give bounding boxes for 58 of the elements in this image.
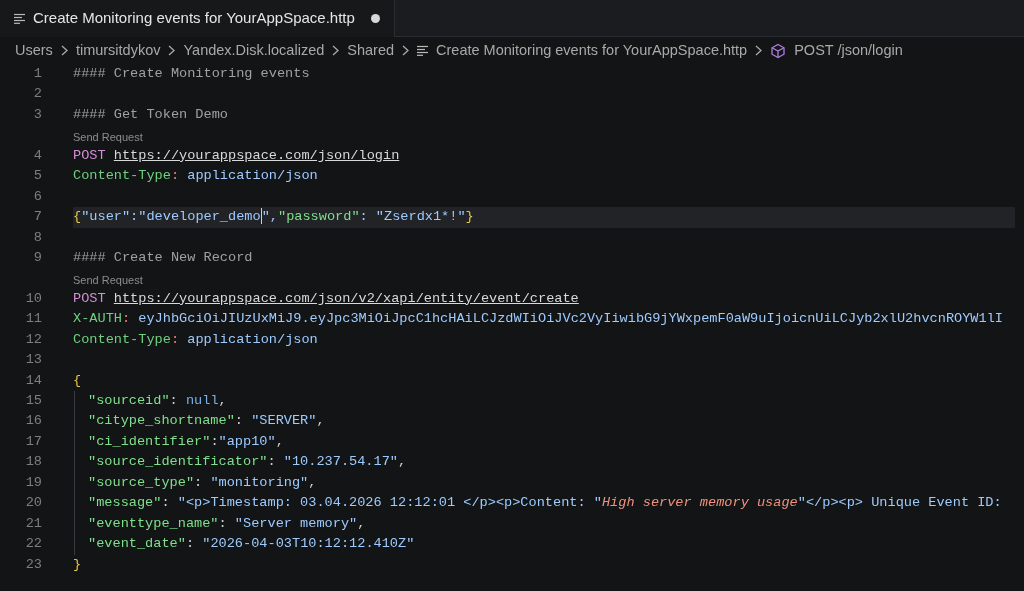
cube-icon — [770, 42, 787, 59]
line-number: 10 — [24, 289, 42, 308]
line-number: 18 — [24, 453, 42, 472]
send-request-link[interactable]: Send Request — [73, 131, 143, 144]
breadcrumb-item[interactable]: Create Monitoring events for YourAppSpace.http — [436, 39, 748, 62]
code-line: { — [73, 371, 83, 390]
code-line: Content-Type: application/json — [73, 167, 319, 186]
breadcrumb-item[interactable]: Shared — [347, 39, 395, 62]
send-request-link[interactable]: Send Request — [73, 274, 143, 287]
line-number: 7 — [32, 208, 42, 227]
code-line: #### Create New Record — [73, 248, 254, 267]
chevron-icon — [332, 45, 340, 56]
line-number: 20 — [24, 494, 42, 513]
line-number: 16 — [24, 412, 42, 431]
chevron-icon — [402, 45, 410, 56]
code-line: "ci_identifier":"app10", — [87, 432, 285, 451]
code-line: "event_date": "2026-04-03T10:12:12.410Z" — [87, 535, 416, 554]
chevron-icon — [755, 45, 763, 56]
line-number: 12 — [24, 330, 42, 349]
line-number: 21 — [24, 514, 42, 533]
code-line: } — [73, 555, 83, 574]
line-number: 23 — [24, 555, 42, 574]
line-number: 13 — [24, 351, 42, 370]
editor-tab[interactable]: Create Monitoring events for YourAppSpace.http — [0, 0, 395, 37]
line-number: 11 — [24, 310, 42, 329]
line-number: 9 — [32, 248, 42, 267]
line-number: 6 — [32, 187, 42, 206]
line-number: 1 — [32, 65, 42, 83]
code-line: "source_type": "monitoring", — [87, 473, 318, 492]
chevron-icon — [60, 45, 68, 56]
code-line: "source_identificator": "10.237.54.17", — [87, 453, 408, 472]
code-line: Content-Type: application/json — [73, 330, 319, 349]
code-line: POST https://yourappspace.com/json/login — [73, 146, 401, 165]
line-number: 4 — [32, 146, 42, 165]
line-number: 3 — [32, 105, 42, 124]
line-number: 19 — [24, 473, 42, 492]
code-line: "eventtype_name": "Server memory", — [87, 514, 367, 533]
line-number: 8 — [32, 228, 42, 247]
breadcrumb-item[interactable]: Yandex.Disk.localized — [183, 39, 325, 62]
line-number: 5 — [32, 167, 42, 186]
line-number: 22 — [24, 535, 42, 554]
lines-icon — [14, 13, 25, 24]
breadcrumb-item[interactable]: POST /json/login — [794, 39, 903, 62]
line-number: 15 — [24, 392, 42, 410]
code-line: POST https://yourappspace.com/json/v2/xapi/entity/event/create — [73, 289, 580, 308]
code-line: X-AUTH: eyJhbGciOiJIUzUxMiJ9.eyJpc3MiOiJpcC1hcHAiLCJzdWIiOiJVc2VyIiwibG9jYWxpemF0aW9uIjoicnUiLCJyb2xlU2hvcnROYW1lI — [73, 310, 1004, 329]
code-line: #### Create Monitoring events — [73, 65, 311, 83]
code-line: "message": "<p>Timestamp: 03.04.2026 12:12:01 </p><p>Content: "High server memory usage"</p><p> Unique Event ID: — [87, 494, 1003, 513]
chevron-icon — [168, 45, 176, 56]
line-number: 17 — [24, 432, 42, 451]
line-number: 2 — [32, 85, 42, 104]
lines-icon — [417, 45, 429, 56]
code-line: #### Get Token Demo — [73, 105, 229, 124]
code-line: "citype_shortname": "SERVER", — [87, 412, 326, 431]
breadcrumb-item[interactable]: Users — [15, 39, 53, 62]
line-number: 14 — [24, 371, 42, 390]
breadcrumb-item[interactable]: timursitdykov — [75, 39, 161, 62]
code-line: "sourceid": null, — [87, 392, 228, 410]
